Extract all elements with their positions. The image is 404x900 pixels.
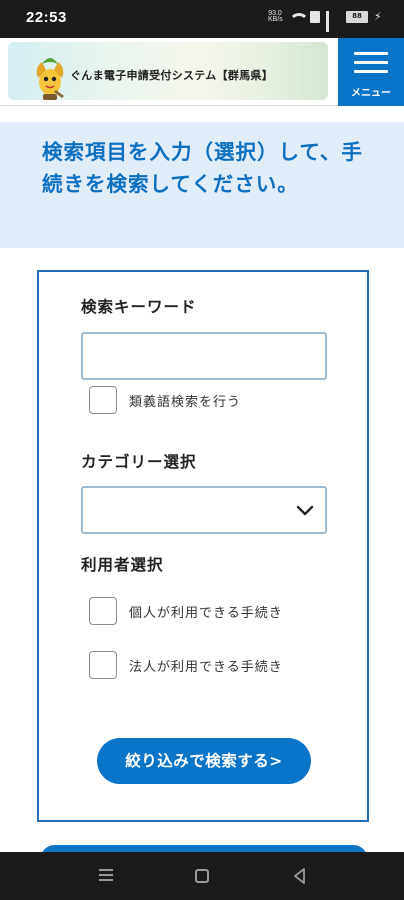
site-header: ぐんま電子申請受付システム【群馬県】 メニュー	[0, 38, 404, 106]
hamburger-icon	[354, 52, 388, 79]
filter-search-button[interactable]: 絞り込みで検索する>	[97, 738, 311, 784]
synonym-search-option[interactable]: 類義語検索を行う	[89, 386, 241, 414]
status-time: 22:53	[26, 9, 67, 26]
search-form: 検索キーワード 類義語検索を行う カテゴリー選択 利用者選択 個人が利用できる手…	[37, 270, 369, 822]
corporation-label: 法人が利用できる手続き	[129, 659, 283, 675]
page-heading: 検索項目を入力（選択）して、手続きを検索してください。	[42, 140, 363, 196]
wifi-icon	[288, 11, 309, 23]
system-nav-bar	[0, 852, 404, 900]
network-speed-indicator: 93.0 KB/s	[268, 10, 283, 23]
corporation-option[interactable]: 法人が利用できる手続き	[89, 651, 283, 679]
menu-button[interactable]: メニュー	[338, 38, 404, 106]
charging-icon: ⚡	[374, 10, 382, 23]
keyword-label: 検索キーワード	[81, 298, 197, 316]
category-select[interactable]	[81, 486, 327, 534]
sim-icon	[310, 11, 320, 23]
keyword-input[interactable]	[81, 332, 327, 380]
site-title: ぐんま電子申請受付システム【群馬県】	[70, 69, 274, 82]
status-bar: 22:53 93.0 KB/s 88 ⚡	[0, 0, 404, 38]
home-icon[interactable]	[192, 866, 212, 886]
net-speed-unit: KB/s	[268, 16, 283, 23]
back-icon[interactable]	[290, 866, 310, 886]
mascot-logo-icon	[36, 58, 64, 100]
user-type-label: 利用者選択	[81, 556, 164, 574]
individual-option[interactable]: 個人が利用できる手続き	[89, 597, 283, 625]
corporation-checkbox[interactable]	[89, 651, 117, 679]
signal-icon	[326, 11, 340, 32]
chevron-down-icon	[296, 505, 314, 516]
synonym-label: 類義語検索を行う	[129, 394, 242, 410]
recents-icon[interactable]	[96, 866, 116, 886]
menu-label: メニュー	[351, 88, 391, 99]
synonym-checkbox[interactable]	[89, 386, 117, 414]
individual-label: 個人が利用できる手続き	[129, 605, 283, 621]
category-label: カテゴリー選択	[81, 453, 197, 471]
intro-section: 検索項目を入力（選択）して、手続きを検索してください。	[0, 122, 404, 248]
battery-icon: 88	[346, 11, 368, 23]
status-icons: 93.0 KB/s 88 ⚡	[268, 10, 382, 32]
individual-checkbox[interactable]	[89, 597, 117, 625]
site-logo-link[interactable]: ぐんま電子申請受付システム【群馬県】	[8, 42, 328, 100]
